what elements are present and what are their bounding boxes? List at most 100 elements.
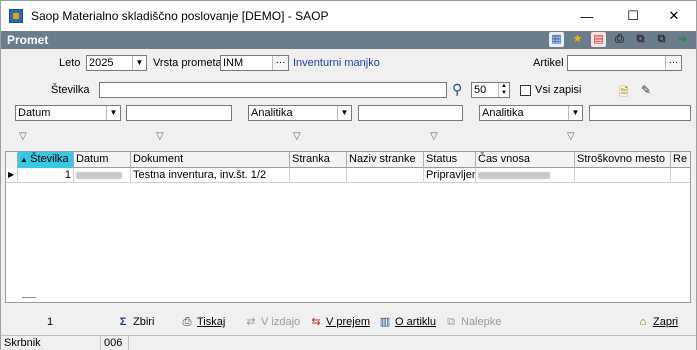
grid-header: ▲ Številka Datum Dokument Stranka Naziv … — [6, 152, 690, 168]
sigma-icon: Σ — [119, 316, 127, 328]
zbiri-label: Zbiri — [133, 316, 155, 328]
column-filter-icon[interactable]: ▽ — [430, 131, 443, 142]
item-info-icon: ▥ — [379, 316, 391, 328]
filter-value-1[interactable] — [126, 105, 232, 121]
page-header: Promet ▦ ★ ▤ ⎙ ⧉ ⧉ ➜ — [1, 31, 696, 49]
v-prejem-button[interactable]: ⇆ V prejem — [309, 314, 370, 330]
nalepke-label: Nalepke — [461, 316, 502, 328]
issue-icon: ⇄ — [246, 316, 256, 328]
column-filter-icon[interactable]: ▽ — [293, 131, 306, 142]
record-count: 1 — [47, 316, 54, 328]
filter-combo-analitika-1-value: Analitika — [251, 107, 293, 119]
table-row[interactable]: ▶ 1 Testna inventura, inv.št. 1/2 Pripra… — [6, 168, 690, 183]
column-header-datum[interactable]: Datum — [74, 152, 131, 168]
browse-icon[interactable]: … — [665, 56, 681, 70]
column-header-cas-vnosa[interactable]: Čas vnosa — [476, 152, 575, 168]
header-toolbar: ▦ ★ ▤ ⎙ ⧉ ⧉ ➜ — [549, 32, 690, 47]
column-filter-icon[interactable]: ▽ — [156, 131, 169, 142]
row-pointer-icon: ▶ — [6, 168, 18, 183]
stepper-arrows-icon[interactable]: ▲ ▼ — [498, 83, 509, 97]
printer-icon: ⎙ — [182, 316, 192, 328]
vrsta-prometa-field[interactable]: INM … — [220, 55, 289, 71]
column-header-label: Številka — [30, 153, 69, 165]
vsi-zapisi-label: Vsi zapisi — [535, 84, 582, 96]
title-bar: Saop Materialno skladiščno poslovanje [D… — [1, 1, 696, 31]
chevron-down-icon[interactable]: ▼ — [132, 56, 146, 70]
record-limit-value: 50 — [474, 84, 487, 96]
printer-icon[interactable]: ⎙ — [612, 32, 627, 47]
vsi-zapisi-checkbox[interactable] — [520, 85, 531, 96]
v-izdajo-label: V izdajo — [261, 316, 301, 328]
vrsta-prometa-value: INM — [223, 57, 244, 69]
exit-icon[interactable]: ➜ — [675, 32, 690, 47]
browse-icon[interactable]: … — [272, 56, 288, 70]
artikel-field[interactable]: … — [567, 55, 682, 71]
grid-resize-handle[interactable] — [22, 297, 36, 298]
favorites-star-icon[interactable]: ★ — [570, 32, 585, 47]
row-indicator-header — [6, 152, 18, 168]
close-door-icon: ⌂ — [639, 316, 647, 328]
column-header-naziv-stranke[interactable]: Naziv stranke — [347, 152, 424, 168]
column-filter-icon[interactable]: ▽ — [19, 131, 32, 142]
cell-cas-vnosa-redacted — [476, 168, 575, 183]
data-grid[interactable]: ▲ Številka Datum Dokument Stranka Naziv … — [5, 151, 691, 303]
column-header-dokument[interactable]: Dokument — [131, 152, 290, 168]
chevron-down-icon[interactable]: ▼ — [337, 106, 351, 120]
zapri-button[interactable]: ⌂ Zapri — [636, 314, 678, 330]
copy-icon[interactable]: ⧉ — [633, 32, 648, 47]
cell-dokument: Testna inventura, inv.št. 1/2 — [131, 168, 290, 183]
table-settings-icon[interactable]: ▦ — [549, 32, 564, 47]
receive-icon: ⇆ — [311, 316, 321, 328]
stevilka-input[interactable] — [99, 82, 447, 98]
minimize-button[interactable]: — — [564, 1, 610, 31]
tiskaj-button[interactable]: ⎙ Tiskaj — [180, 314, 226, 330]
edit-icon[interactable]: ✎ — [641, 83, 651, 97]
close-button[interactable]: ✕ — [651, 1, 697, 31]
search-icon[interactable]: ⚲ — [452, 81, 462, 98]
column-header-stevilka[interactable]: ▲ Številka — [18, 152, 74, 168]
filter-combo-analitika-2[interactable]: Analitika ▼ — [479, 105, 583, 121]
pdf-export-icon[interactable]: ▤ — [591, 32, 606, 47]
zapri-label: Zapri — [653, 316, 679, 328]
cell-status: Pripravljen — [426, 168, 476, 183]
filter-value-2[interactable] — [358, 105, 463, 121]
column-header-stroskovno-mesto[interactable]: Stroškovno mesto — [575, 152, 671, 168]
column-header-stranka[interactable]: Stranka — [290, 152, 347, 168]
record-limit-stepper[interactable]: 50 ▲ ▼ — [471, 82, 510, 98]
chevron-down-icon[interactable]: ▼ — [568, 106, 582, 120]
zbiri-button[interactable]: Σ Zbiri — [116, 314, 155, 330]
page-title: Promet — [7, 33, 49, 47]
leto-select[interactable]: 2025 ▼ — [86, 55, 147, 71]
cell-naziv-stranke — [347, 168, 424, 183]
filter-combo-datum-value: Datum — [18, 107, 51, 119]
status-code: 006 — [101, 336, 129, 350]
app-window: Saop Materialno skladiščno poslovanje [D… — [0, 0, 697, 350]
filter-combo-analitika-1[interactable]: Analitika ▼ — [248, 105, 352, 121]
v-izdajo-button[interactable]: ⇄ V izdajo — [244, 314, 300, 330]
cell-stroskovno-mesto — [575, 168, 671, 183]
new-document-icon[interactable]: 🗎 — [619, 83, 629, 104]
maximize-button[interactable]: ☐ — [610, 1, 656, 31]
vrsta-prometa-description: Inventurni manjko — [293, 57, 380, 69]
cell-stevilka: 1 — [18, 168, 74, 183]
cell-datum-redacted — [74, 168, 131, 183]
tiskaj-label: Tiskaj — [197, 316, 226, 328]
app-icon — [9, 9, 23, 23]
filter-value-3[interactable] — [589, 105, 691, 121]
column-header-re[interactable]: Re — [671, 152, 690, 168]
o-artiklu-button[interactable]: ▥ O artiklu — [378, 314, 436, 330]
leto-value: 2025 — [89, 57, 114, 69]
nalepke-button[interactable]: ⧉ Nalepke — [444, 314, 501, 330]
vrsta-prometa-label: Vrsta prometa — [153, 57, 222, 69]
labels-icon: ⧉ — [447, 316, 455, 328]
artikel-label: Artikel — [533, 57, 564, 69]
column-filter-icon[interactable]: ▽ — [567, 131, 580, 142]
chevron-down-icon[interactable]: ▼ — [106, 106, 120, 120]
filter-combo-datum[interactable]: Datum ▼ — [15, 105, 121, 121]
leto-label: Leto — [59, 57, 81, 69]
cell-re — [671, 168, 690, 183]
column-header-status[interactable]: Status — [424, 152, 476, 168]
copy-settings-icon[interactable]: ⧉ — [654, 32, 669, 47]
status-message — [129, 336, 696, 350]
status-user: Skrbnik — [1, 336, 101, 350]
